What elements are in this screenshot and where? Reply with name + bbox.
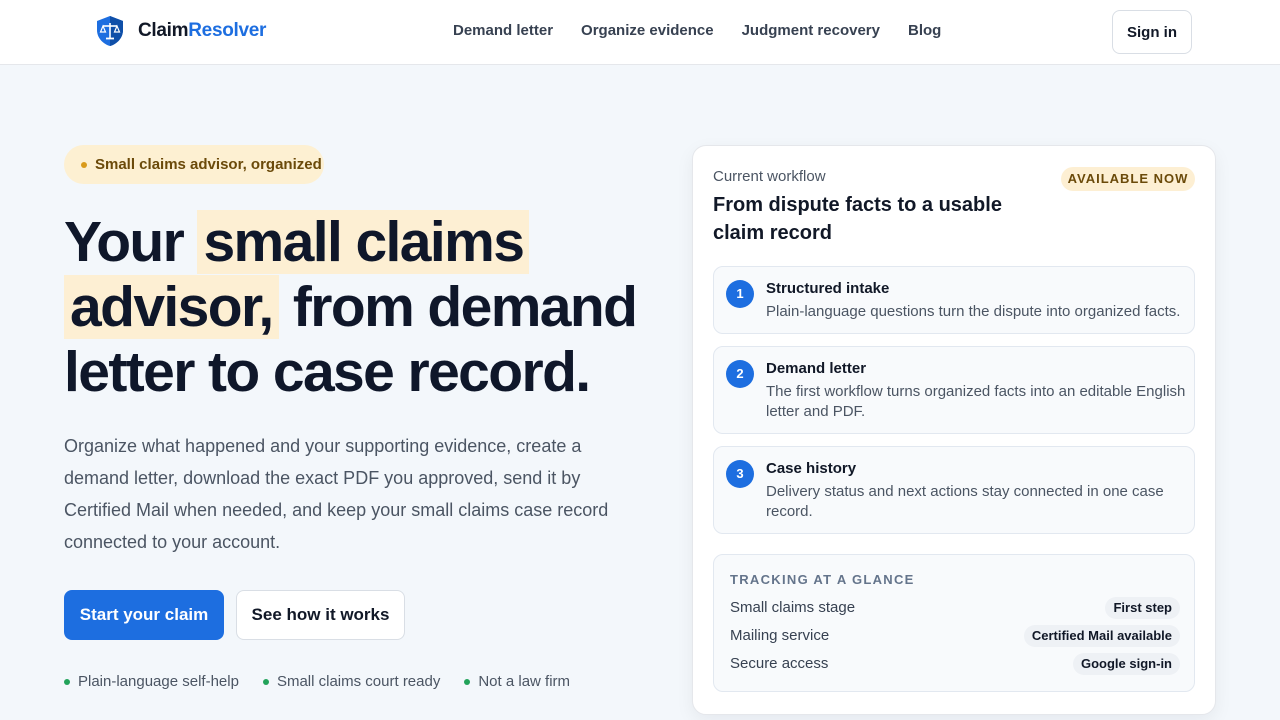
trust-check-item: Plain-language self-help xyxy=(64,673,239,690)
tracking-heading: TRACKING AT A GLANCE xyxy=(730,572,915,587)
check-dot-icon xyxy=(464,678,471,685)
step-number: 2 xyxy=(726,360,754,388)
step-number: 1 xyxy=(726,280,754,308)
nav-demand-letter[interactable]: Demand letter xyxy=(453,22,553,39)
trust-check-item: Not a law firm xyxy=(464,673,570,690)
status-badge: AVAILABLE NOW xyxy=(1061,167,1195,191)
step-title: Case history xyxy=(766,460,857,477)
tracking-key: Mailing service xyxy=(730,627,830,644)
sign-in-button[interactable]: Sign in xyxy=(1112,10,1192,54)
hero-pill-label: Small claims advisor, organized xyxy=(95,156,322,173)
step-description: Delivery status and next actions stay co… xyxy=(766,483,1164,520)
brand-name-part1: Claim xyxy=(138,20,189,41)
hero-description: Organize what happened and your supporti… xyxy=(64,436,609,552)
tracking-value-badge: Certified Mail available xyxy=(1023,625,1180,647)
tracking-key: Small claims stage xyxy=(730,599,856,616)
card-kicker: Current workflow xyxy=(713,168,826,185)
hero-headline: Your small claims advisor, from demand le… xyxy=(64,210,664,405)
step-title: Structured intake xyxy=(766,280,890,297)
step-description: The first workflow turns organized facts… xyxy=(766,383,1186,420)
tracking-row: Mailing service Certified Mail available xyxy=(730,625,1180,647)
see-how-it-works-button[interactable]: See how it works xyxy=(236,590,405,640)
brand-name: ClaimResolver xyxy=(138,20,266,42)
card-title: From dispute facts to a usable claim rec… xyxy=(713,194,1002,244)
step-title: Demand letter xyxy=(766,360,867,377)
workflow-card: Current workflow From dispute facts to a… xyxy=(692,145,1216,715)
shield-scales-icon xyxy=(97,16,123,46)
step-description: Plain-language questions turn the disput… xyxy=(766,303,1181,320)
workflow-step: 1 Structured intake Plain-language quest… xyxy=(713,266,1195,334)
hero-pill: Small claims advisor, organized xyxy=(64,145,324,184)
headline-part1: Your xyxy=(64,210,198,274)
workflow-step: 2 Demand letter The first workflow turns… xyxy=(713,346,1195,434)
headline-highlight-2: advisor, xyxy=(64,275,279,339)
start-claim-button[interactable]: Start your claim xyxy=(64,590,224,640)
nav-blog[interactable]: Blog xyxy=(908,22,941,39)
tracking-value-badge: Google sign-in xyxy=(1073,653,1180,675)
tracking-value-badge: First step xyxy=(1105,597,1180,619)
tracking-row: Small claims stage First step xyxy=(730,597,1180,619)
headline-highlight-1: small claims xyxy=(197,210,530,274)
trust-check-item: Small claims court ready xyxy=(262,673,441,690)
nav-judgment-recovery[interactable]: Judgment recovery xyxy=(742,22,880,39)
trust-checks: Plain-language self-help Small claims co… xyxy=(64,673,570,690)
brand-logo[interactable]: ClaimResolver xyxy=(95,15,266,47)
brand-name-part2: Resolver xyxy=(188,20,267,41)
site-header: ClaimResolver Demand letter Organize evi… xyxy=(0,0,1280,65)
trust-check-label: Not a law firm xyxy=(478,673,571,690)
tracking-key: Secure access xyxy=(730,655,829,672)
workflow-step: 3 Case history Delivery status and next … xyxy=(713,446,1195,534)
nav-organize-evidence[interactable]: Organize evidence xyxy=(581,22,714,39)
main-nav: Demand letter Organize evidence Judgment… xyxy=(453,22,941,39)
trust-check-label: Small claims court ready xyxy=(276,673,441,690)
step-number: 3 xyxy=(726,460,754,488)
pill-dot-icon xyxy=(81,161,87,168)
tracking-row: Secure access Google sign-in xyxy=(730,653,1180,675)
check-dot-icon xyxy=(64,678,70,685)
trust-check-label: Plain-language self-help xyxy=(78,673,239,690)
check-dot-icon xyxy=(262,678,269,685)
tracking-panel: TRACKING AT A GLANCE Small claims stage … xyxy=(713,554,1195,692)
